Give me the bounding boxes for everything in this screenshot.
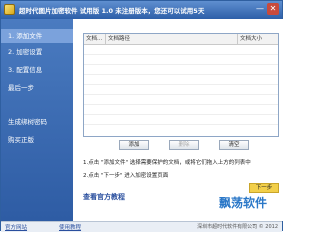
column-header-path[interactable]: 文档路径 [106, 34, 238, 44]
sidebar: 1. 添加文件 2. 加密设置 3. 配置信息 最后一步 生成绑树密码 购买正版 [1, 19, 73, 221]
file-list-table[interactable]: 文档... 文档路径 文档大小 [83, 33, 279, 137]
copyright-text: 深圳市超时代软件有限公司 © 2012 [197, 224, 278, 230]
help-link[interactable]: 使用教程 [59, 223, 81, 231]
app-logo-icon [4, 4, 15, 15]
grid-line [84, 114, 278, 115]
grid-line [84, 54, 278, 55]
grid-line [84, 94, 278, 95]
column-header-size[interactable]: 文档大小 [238, 34, 278, 44]
app-window: 超时代图片加密软件 试用版 1.0 未注册版本，您还可以试用5天 — ✕ 1. … [0, 0, 283, 232]
official-site-link[interactable]: 官方网站 [5, 223, 27, 231]
sidebar-item-encrypt-settings[interactable]: 2. 加密设置 [1, 45, 73, 59]
sidebar-item-add-files[interactable]: 1. 添加文件 [1, 29, 73, 43]
title-bar[interactable]: 超时代图片加密软件 试用版 1.0 未注册版本，您还可以试用5天 — ✕ [1, 1, 282, 19]
grid-line [84, 124, 278, 125]
main-content: 文档... 文档路径 文档大小 添加 删除 清空 1.点击 "添加文件" 选择需… [73, 19, 283, 221]
official-tutorial-link[interactable]: 查看官方教程 [83, 192, 125, 202]
add-button[interactable]: 添加 [119, 140, 149, 150]
grid-line [84, 74, 278, 75]
next-button[interactable]: 下一步 [249, 183, 279, 193]
grid-line [84, 104, 278, 105]
table-header: 文档... 文档路径 文档大小 [84, 34, 278, 45]
sidebar-item-config-info[interactable]: 3. 配置信息 [1, 63, 73, 77]
status-bar: 官方网站 使用教程 深圳市超时代软件有限公司 © 2012 [1, 221, 282, 232]
delete-button[interactable]: 删除 [169, 140, 199, 150]
close-button[interactable]: ✕ [267, 3, 279, 15]
clear-button[interactable]: 清空 [219, 140, 249, 150]
hint-step-2: 2.点击 "下一步" 进入加密设置页面 [83, 173, 169, 179]
grid-line [84, 64, 278, 65]
sidebar-item-buy[interactable]: 购买正版 [1, 133, 73, 147]
hint-step-1: 1.点击 "添加文件" 选择需要保护的文档，或将它们拖入上方的列表中 [83, 160, 251, 166]
window-title: 超时代图片加密软件 试用版 1.0 未注册版本，您还可以试用5天 [19, 7, 205, 15]
grid-line [84, 84, 278, 85]
sidebar-item-last-step[interactable]: 最后一步 [1, 81, 73, 95]
watermark-logo: 飘荡软件 [219, 196, 268, 210]
column-header-doc[interactable]: 文档... [84, 34, 106, 44]
sidebar-item-generate-password[interactable]: 生成绑树密码 [1, 115, 73, 129]
minimize-button[interactable]: — [254, 3, 266, 15]
